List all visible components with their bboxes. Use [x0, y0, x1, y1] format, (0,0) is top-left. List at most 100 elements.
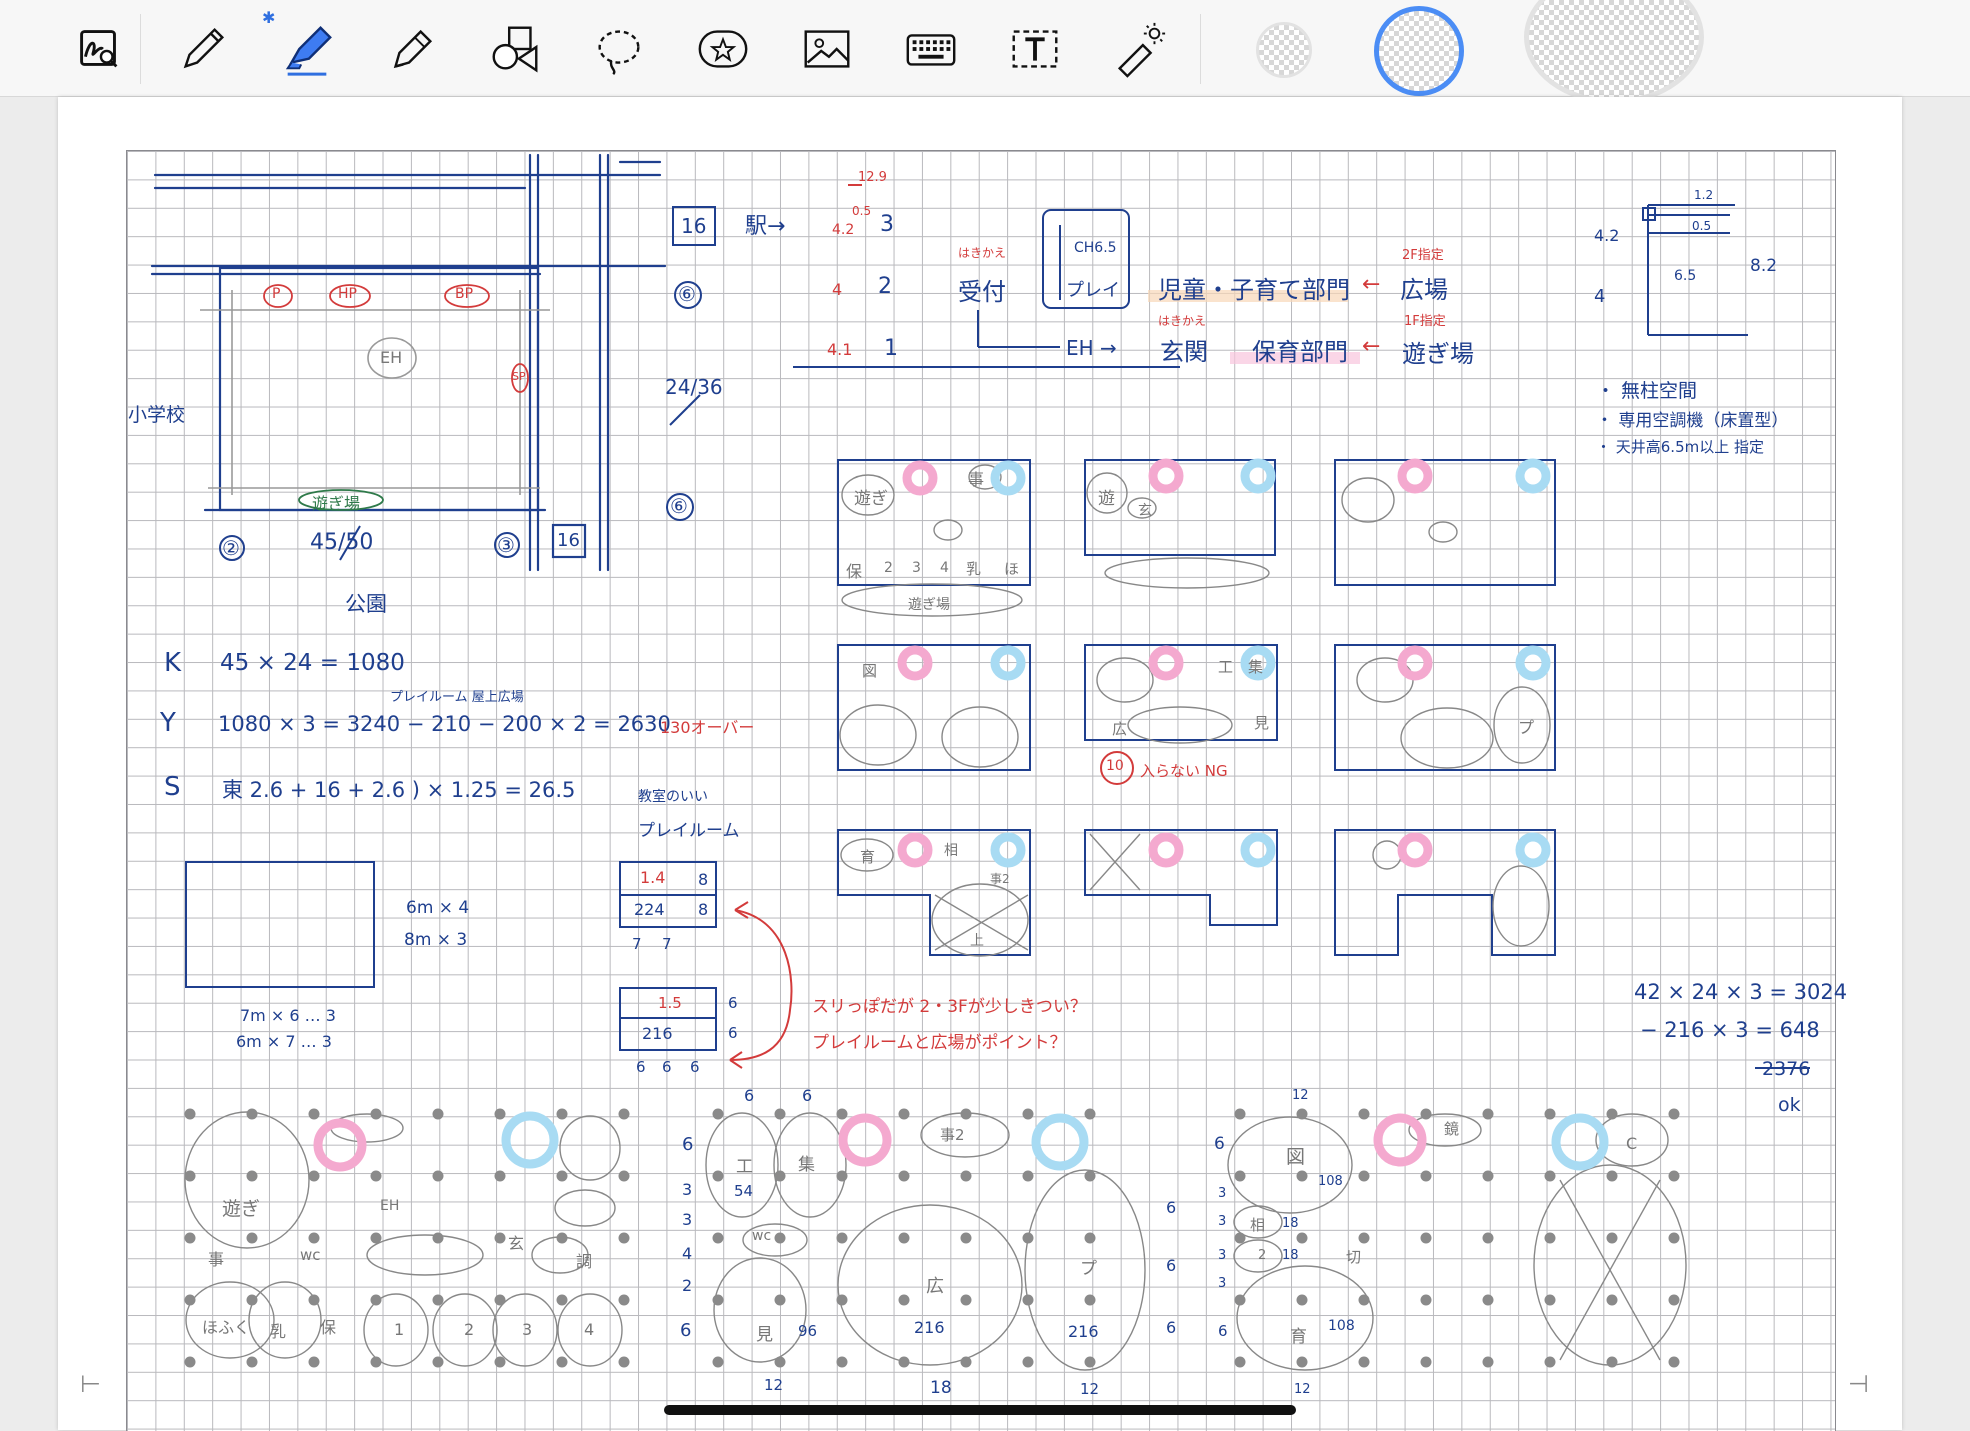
right-consult: 相 [1250, 1216, 1266, 1234]
right-dim-3c: 3 [1218, 1248, 1227, 1263]
play-area-label: 遊ぎ場 [1402, 340, 1474, 368]
scheme-5-ng: 入らない NG [1140, 762, 1228, 780]
right-height-2: 4 [1594, 286, 1606, 307]
right-area-18-b: 18 [1282, 1248, 1299, 1263]
height-floor1: 4.1 [827, 340, 853, 359]
playroom-v2: 8 [698, 870, 709, 889]
child-dept-label: 児童・子育て部門 [1158, 276, 1350, 304]
scheme-7-consult: 相 [944, 843, 958, 859]
scheme-2-entrance: 玄 [1138, 503, 1152, 519]
scheme-1-playground: 遊ぎ場 [908, 597, 950, 613]
scheme-2-play: 遊 [1098, 489, 1115, 509]
reception-note: はきかえ [958, 246, 1007, 260]
scheme-5-hall: 集 [1248, 658, 1264, 676]
size-large-swatch[interactable] [1524, 0, 1704, 104]
playroom-v13: 6 [690, 1058, 700, 1076]
scheme-1-r2: 2 [884, 560, 893, 576]
play-area-arrow: ← [1362, 334, 1381, 359]
right-dim-6b: 6 [1218, 1322, 1228, 1340]
size-small-swatch[interactable] [1256, 22, 1312, 78]
lasso-zoom-icon[interactable] [64, 16, 134, 82]
playroom-v1: 1.4 [640, 868, 666, 887]
right-c: C [1626, 1134, 1638, 1153]
room-size-d: 6m × 7 … 3 [236, 1032, 332, 1051]
mid-office2: 事2 [940, 1126, 965, 1144]
right-room-2: 2 [1258, 1248, 1267, 1263]
room-size-a: 6m × 4 [406, 898, 470, 918]
plan-kitchen: 調 [576, 1252, 593, 1271]
scheme-1-play: 遊ぎ [854, 489, 888, 509]
bp-label: BP [455, 286, 474, 302]
plan-crawl: ほふく [202, 1318, 251, 1337]
area-check-ok: ok [1778, 1094, 1801, 1116]
size-medium-swatch[interactable] [1374, 6, 1464, 96]
right-library: 図 [1286, 1146, 1306, 1168]
shapes-icon[interactable] [480, 16, 550, 82]
keyboard-icon[interactable] [896, 16, 966, 82]
mid-dim-1: 6 [744, 1086, 755, 1105]
right-margin-mark: ⊣ [1848, 1371, 1869, 1398]
right-dim-3: 6.5 [1674, 268, 1697, 284]
floor-2: 2 [878, 274, 892, 299]
hp-label: HP [338, 286, 357, 302]
right-dim-1: 1.2 [1694, 188, 1714, 202]
plaza-arrow: ← [1362, 272, 1381, 297]
plan-eh: EH [380, 1198, 400, 1214]
right-height-1: 4.2 [1594, 226, 1620, 245]
home-indicator[interactable] [664, 1405, 1296, 1415]
scheme-1-r3: 3 [912, 560, 921, 576]
sticker-icon[interactable] [688, 16, 758, 82]
site-number-3: ③ [497, 533, 515, 557]
playroom-v3: 224 [634, 900, 665, 919]
playroom-v9: 216 [642, 1024, 673, 1043]
playground-label: 遊ぎ場 [312, 494, 361, 513]
plan-play: 遊ぎ [222, 1198, 261, 1220]
playroom-question-1: スリっぽだが 2・3Fが少しきつい？ [812, 997, 1087, 1017]
area-check-2: − 216 × 3 = 648 [1640, 1018, 1820, 1042]
scheme-7-nursery: 育 [860, 848, 876, 866]
playroom-v12: 6 [662, 1058, 672, 1076]
playroom-v10: 6 [728, 1024, 738, 1042]
toolbar: ✱ [0, 0, 1970, 104]
area-check-1: 42 × 24 × 3 = 3024 [1634, 980, 1848, 1004]
mid-area-96: 96 [798, 1322, 818, 1340]
play-area-note: 1F指定 [1404, 314, 1446, 329]
road-number-6-b: ⑥ [670, 494, 688, 518]
right-area-108-b: 108 [1328, 1318, 1355, 1334]
height-parapet: 0.5 [852, 204, 872, 218]
scheme-1-nursery: 保 [846, 562, 863, 581]
playroom-v7: 1.5 [658, 994, 682, 1012]
right-dim-4: 8.2 [1750, 256, 1778, 276]
toolbar-divider [1200, 14, 1201, 84]
floor-1: 1 [884, 336, 898, 361]
height-total: 12.9 [858, 170, 887, 185]
mid-dim-3: 6 [682, 1134, 694, 1155]
mid-dim-14: 18 [930, 1378, 952, 1398]
calc-y-note: プレイルーム 屋上広場 [390, 690, 524, 705]
station-label: 駅→ [745, 214, 786, 239]
scheme-5-ten: 10 [1106, 758, 1124, 774]
right-dim-top: 12 [1292, 1088, 1309, 1103]
mid-dim-13: 12 [764, 1376, 784, 1394]
site-dimension: 45/50 [310, 530, 374, 555]
mid-craft: 工 [736, 1157, 753, 1177]
laser-pointer-icon[interactable] [1104, 16, 1174, 82]
mid-dim-9: 6 [680, 1320, 692, 1341]
right-child: 育 [1290, 1327, 1307, 1347]
text-box-icon[interactable] [1000, 16, 1070, 82]
playroom-v11: 6 [636, 1058, 646, 1076]
image-icon[interactable] [792, 16, 862, 82]
room-size-b: 8m × 3 [404, 930, 468, 950]
mid-dim-8: 2 [682, 1276, 693, 1295]
mid-play: プ [1080, 1259, 1097, 1279]
marker-icon[interactable] [376, 16, 446, 82]
highlighter-icon[interactable] [272, 16, 342, 82]
mid-dim-7: 4 [682, 1244, 693, 1263]
lasso-icon[interactable] [584, 16, 654, 82]
road-number-6-a: ⑥ [678, 282, 696, 306]
pen-icon[interactable] [168, 16, 238, 82]
playroom-v8: 6 [728, 994, 738, 1012]
toolbar-divider [140, 14, 141, 84]
right-dim-3d: 3 [1218, 1276, 1227, 1291]
calc-s-equation: 東 2.6 + 16 + 2.6 ) × 1.25 = 26.5 [222, 778, 576, 802]
